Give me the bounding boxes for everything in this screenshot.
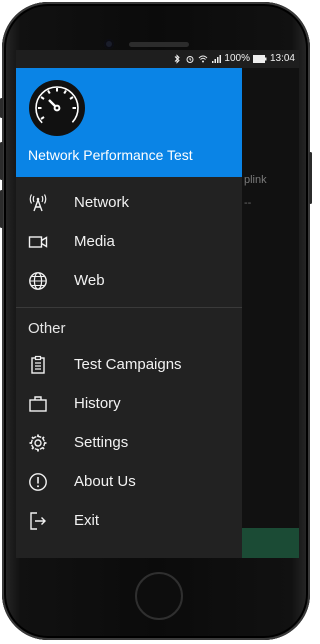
menu-item-network[interactable]: Network: [16, 184, 242, 222]
bluetooth-icon: [175, 53, 181, 64]
home-button[interactable]: [135, 572, 183, 620]
section-title-other: Other: [28, 320, 66, 337]
menu-item-exit[interactable]: Exit: [16, 502, 242, 540]
menu-item-media[interactable]: Media: [16, 223, 242, 261]
exit-icon: [30, 512, 46, 530]
front-camera: [104, 39, 114, 49]
menu-item-web[interactable]: Web: [16, 262, 242, 300]
alarm-icon: [186, 55, 194, 63]
clock: 13:04: [269, 53, 295, 64]
menu-label-settings: Settings: [74, 434, 129, 451]
menu-item-history[interactable]: History: [16, 385, 242, 423]
gear-icon: [29, 434, 47, 452]
video-camera-icon: [28, 236, 48, 248]
menu-item-test-campaigns[interactable]: Test Campaigns: [16, 346, 242, 384]
clipboard-icon: [31, 355, 45, 374]
background-uplink-value: --: [244, 197, 252, 209]
menu-label-network: Network: [74, 194, 130, 211]
menu-label-test-campaigns: Test Campaigns: [74, 356, 182, 373]
app-title: Network Performance Test: [28, 147, 193, 163]
battery-icon: [252, 54, 267, 63]
info-icon: [29, 473, 47, 491]
power-button: [309, 152, 312, 204]
wifi-icon: [199, 55, 208, 62]
phone-screen: 100% 13:04 plink -- onfiguration: [16, 50, 299, 558]
background-uplink-label: plink: [244, 174, 267, 186]
menu-item-settings[interactable]: Settings: [16, 424, 242, 462]
menu-divider: [16, 307, 242, 308]
signal-icon: [212, 54, 222, 63]
volume-up-button: [0, 142, 3, 180]
mute-switch: [0, 98, 3, 118]
navigation-drawer: Network Performance Test Network Media W…: [16, 68, 242, 558]
globe-icon: [29, 272, 47, 290]
volume-down-button: [0, 190, 3, 228]
earpiece-speaker: [129, 42, 189, 47]
menu-label-media: Media: [74, 233, 115, 250]
antenna-icon: [29, 194, 47, 212]
battery-percent: 100%: [224, 53, 250, 64]
background-start-button: [242, 528, 299, 558]
background-app: [242, 68, 299, 558]
menu-label-exit: Exit: [74, 512, 100, 529]
status-bar: 100% 13:04: [16, 50, 299, 68]
menu-label-history: History: [74, 395, 121, 412]
speedometer-logo-icon: [29, 80, 85, 136]
menu-item-about-us[interactable]: About Us: [16, 463, 242, 501]
menu-label-web: Web: [74, 272, 105, 289]
drawer-header: Network Performance Test: [16, 68, 242, 177]
menu-label-about-us: About Us: [74, 473, 136, 490]
briefcase-icon: [29, 396, 47, 412]
